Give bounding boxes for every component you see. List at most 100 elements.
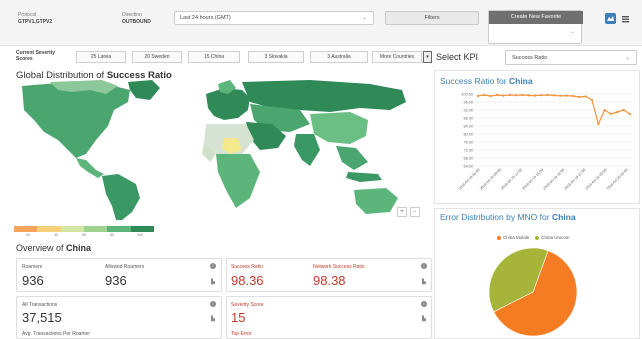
x-tick-label: 2018-04-19 06:00 (458, 168, 481, 191)
severity-item-sweden[interactable]: 20 Sweden (132, 51, 182, 63)
severity-item-china[interactable]: 15 China (188, 51, 240, 63)
pie-chart-title: Error Distribution by MNO for China (440, 212, 576, 222)
chart-icon[interactable]: ▙ (211, 316, 215, 322)
pie-chart-country: China (551, 212, 576, 222)
map-view-icon[interactable] (605, 13, 616, 24)
favorite-select[interactable]: Create New Favorite ⌄ (488, 10, 583, 44)
info-icon[interactable]: i (210, 301, 216, 307)
line-chart-country: China (508, 76, 533, 86)
time-range-select[interactable]: Last 24 hours (GMT) ⌄ (174, 11, 374, 25)
network-success-value: 98.38 (313, 273, 346, 288)
kpi-select-value: Success Ratio (512, 55, 548, 61)
transactions-card: All Transactions 37,515 Avg. Transaction… (16, 296, 222, 339)
data-point[interactable] (495, 93, 499, 97)
y-tick-label: 100.00 (461, 93, 473, 97)
map-region-india (294, 134, 320, 166)
success-ratio-card: Success Ratio 98.36 Network Success Rati… (226, 258, 432, 292)
data-point[interactable] (584, 95, 587, 98)
map-region-central-america (76, 158, 104, 178)
data-point[interactable] (559, 94, 562, 97)
data-point[interactable] (508, 93, 511, 97)
data-point[interactable] (521, 93, 524, 97)
legend-tick: 80 (110, 233, 114, 237)
info-icon[interactable]: i (210, 263, 216, 269)
chevron-down-icon[interactable]: ▾ (423, 51, 432, 63)
direction-value[interactable]: OUTBOUND (122, 19, 151, 25)
success-ratio-line-chart[interactable]: 100.00 96.00 92.00 88.00 84.00 80.00 76.00 72.0… (438, 88, 638, 202)
data-point[interactable] (628, 112, 632, 116)
data-point[interactable] (476, 94, 480, 98)
data-point[interactable] (540, 94, 543, 97)
x-tick-label: 2018-04-19 21:00 (564, 168, 587, 191)
y-tick-label: 80.00 (463, 133, 473, 137)
map-color-legend (14, 226, 154, 232)
severity-score-label: Severity Score (231, 302, 264, 308)
info-icon[interactable]: i (421, 301, 427, 307)
x-tick-label: 2018-04-19 15:00 (521, 168, 544, 191)
error-distribution-pie-chart[interactable] (487, 246, 579, 338)
chevron-down-icon: ⌄ (361, 15, 367, 21)
pie-legend-item[interactable]: China Mobile (497, 235, 529, 240)
legend-swatch (14, 226, 38, 232)
legend-tick: 20 (26, 233, 30, 237)
data-point[interactable] (565, 94, 568, 97)
more-countries-select[interactable]: More Countries (372, 51, 422, 63)
data-point[interactable] (603, 108, 606, 112)
map-region-greenland (128, 80, 160, 100)
severity-item-latvia[interactable]: 25 Latvia (76, 51, 126, 63)
chevron-down-icon: ⌄ (624, 55, 630, 61)
data-point[interactable] (590, 98, 594, 102)
y-tick-label: 84.00 (463, 125, 473, 129)
severity-item-australia[interactable]: 3 Australia (310, 51, 368, 63)
filters-button[interactable]: Filters (385, 11, 479, 25)
data-point[interactable] (616, 110, 619, 114)
pie-legend-item[interactable]: China Unicom (535, 235, 570, 240)
data-point[interactable] (552, 94, 556, 97)
legend-swatch (83, 226, 108, 232)
x-tick-label: 2018-04-20 03:00 (606, 168, 629, 191)
direction-label: Direction (122, 12, 142, 18)
map-region-north-america (22, 82, 130, 158)
data-point[interactable] (483, 93, 486, 97)
data-point[interactable] (546, 93, 549, 97)
data-point[interactable] (609, 112, 613, 116)
data-point[interactable] (502, 94, 505, 97)
data-point[interactable] (514, 94, 518, 97)
data-point[interactable] (571, 94, 575, 98)
success-ratio-value: 98.36 (231, 273, 264, 288)
legend-swatch (130, 226, 154, 232)
chart-icon[interactable]: ▙ (422, 316, 426, 322)
roamers-value: 936 (22, 273, 44, 288)
map-region-indonesia (346, 172, 382, 182)
severity-item-slovakia[interactable]: 3 Slovakia (248, 51, 304, 63)
line-chart-title: Success Ratio for China (440, 76, 533, 86)
legend-swatch (107, 226, 131, 232)
data-point[interactable] (622, 108, 625, 112)
overview-title: Overview of China (16, 243, 92, 253)
series-line[interactable] (477, 94, 631, 126)
world-map[interactable] (10, 80, 415, 220)
info-icon[interactable]: i (421, 263, 427, 269)
chart-icon[interactable]: ▙ (211, 279, 215, 285)
protocol-value[interactable]: GTPV1,GTPV2 (18, 19, 52, 25)
map-region-china (310, 112, 368, 144)
severity-scores-label: Current Severity Scores (16, 50, 55, 62)
x-tick-label: 2018-04-19 18:00 (542, 168, 565, 191)
success-ratio-label: Success Ratio (231, 264, 263, 270)
chart-icon[interactable]: ▙ (422, 279, 426, 285)
map-region-southeast-asia (336, 146, 368, 170)
data-point[interactable] (578, 95, 581, 99)
kpi-select[interactable]: Success Ratio ⌄ (505, 50, 637, 65)
data-point[interactable] (489, 94, 492, 98)
data-point[interactable] (527, 94, 530, 97)
data-point[interactable] (597, 122, 600, 126)
y-tick-label: 76.00 (463, 141, 473, 145)
roamers-label: Roamers (22, 264, 43, 270)
map-region-africa-south (216, 154, 260, 208)
create-favorite-button[interactable]: Create New Favorite (489, 11, 583, 24)
transactions-label: All Transactions (22, 302, 58, 308)
zoom-out-button[interactable]: - (410, 207, 420, 217)
grid-view-icon[interactable] (620, 13, 631, 24)
zoom-in-button[interactable]: + (397, 207, 407, 217)
data-point[interactable] (533, 94, 537, 97)
